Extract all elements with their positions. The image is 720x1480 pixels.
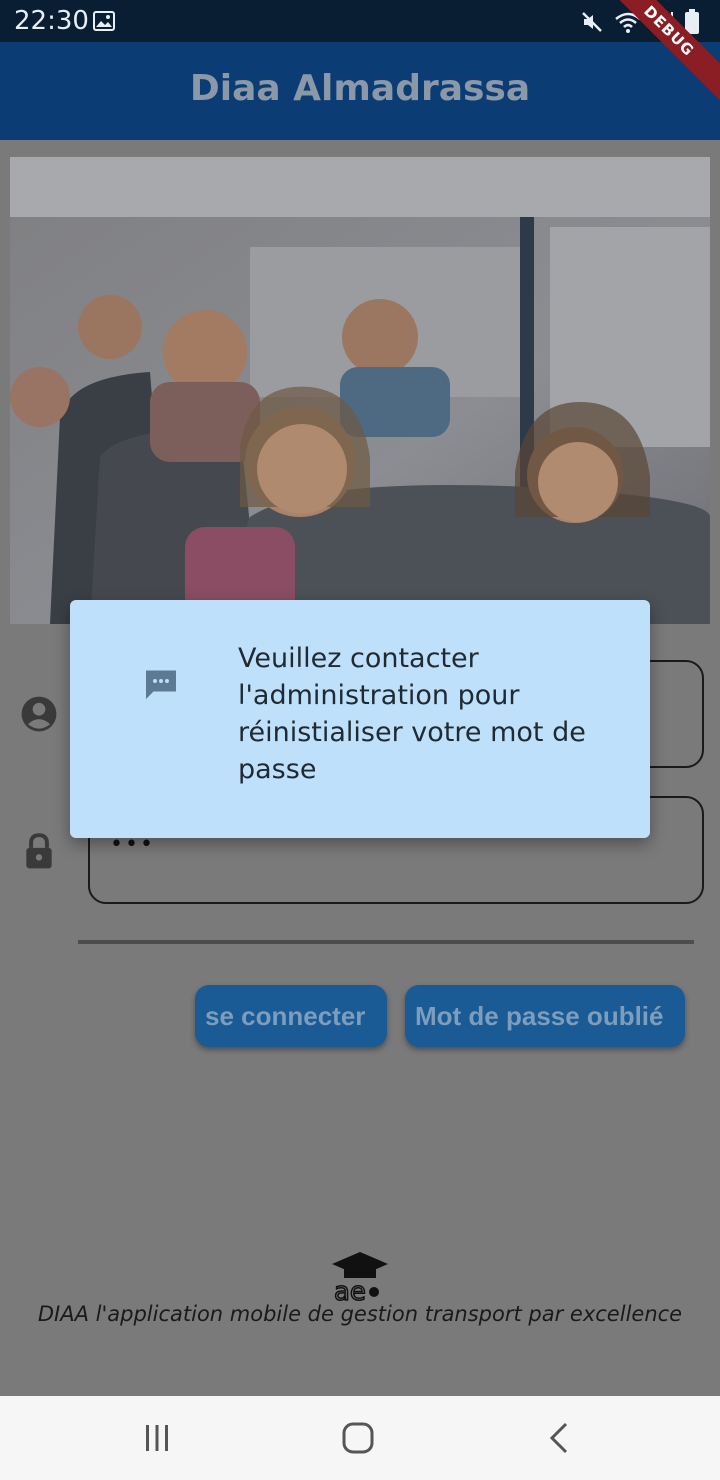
recent-apps-icon[interactable] [137,1418,177,1458]
lock-icon [26,833,52,869]
svg-text:ae: ae [334,1277,366,1304]
home-icon[interactable] [338,1418,378,1458]
page-title: Diaa Almadrassa [189,68,531,109]
dialog-message: Veuillez contacter l'administration pour… [238,643,586,785]
tagline: DIAA l'application mobile de gestion tra… [37,1302,683,1326]
status-time: 22:30 [14,6,89,36]
divider [78,940,694,944]
screen: 22:30 Diaa Almadrassa ••• se connecter M… [0,0,720,1480]
mute-icon [582,12,602,32]
login-button[interactable]: se connecter [195,985,387,1047]
reset-password-dialog: Veuillez contacter l'administration pour… [70,600,650,838]
back-icon[interactable] [540,1418,580,1458]
forgot-password-button[interactable]: Mot de passe oublié [405,985,685,1047]
status-bar: 22:30 [0,0,720,42]
account-circle-icon [21,696,57,732]
system-nav-bar [0,1396,720,1480]
app-logo-icon: ae [332,1252,388,1304]
gallery-icon [93,11,115,31]
message-icon [146,670,176,699]
app-bar: Diaa Almadrassa [0,42,720,140]
hero-image [10,157,710,624]
